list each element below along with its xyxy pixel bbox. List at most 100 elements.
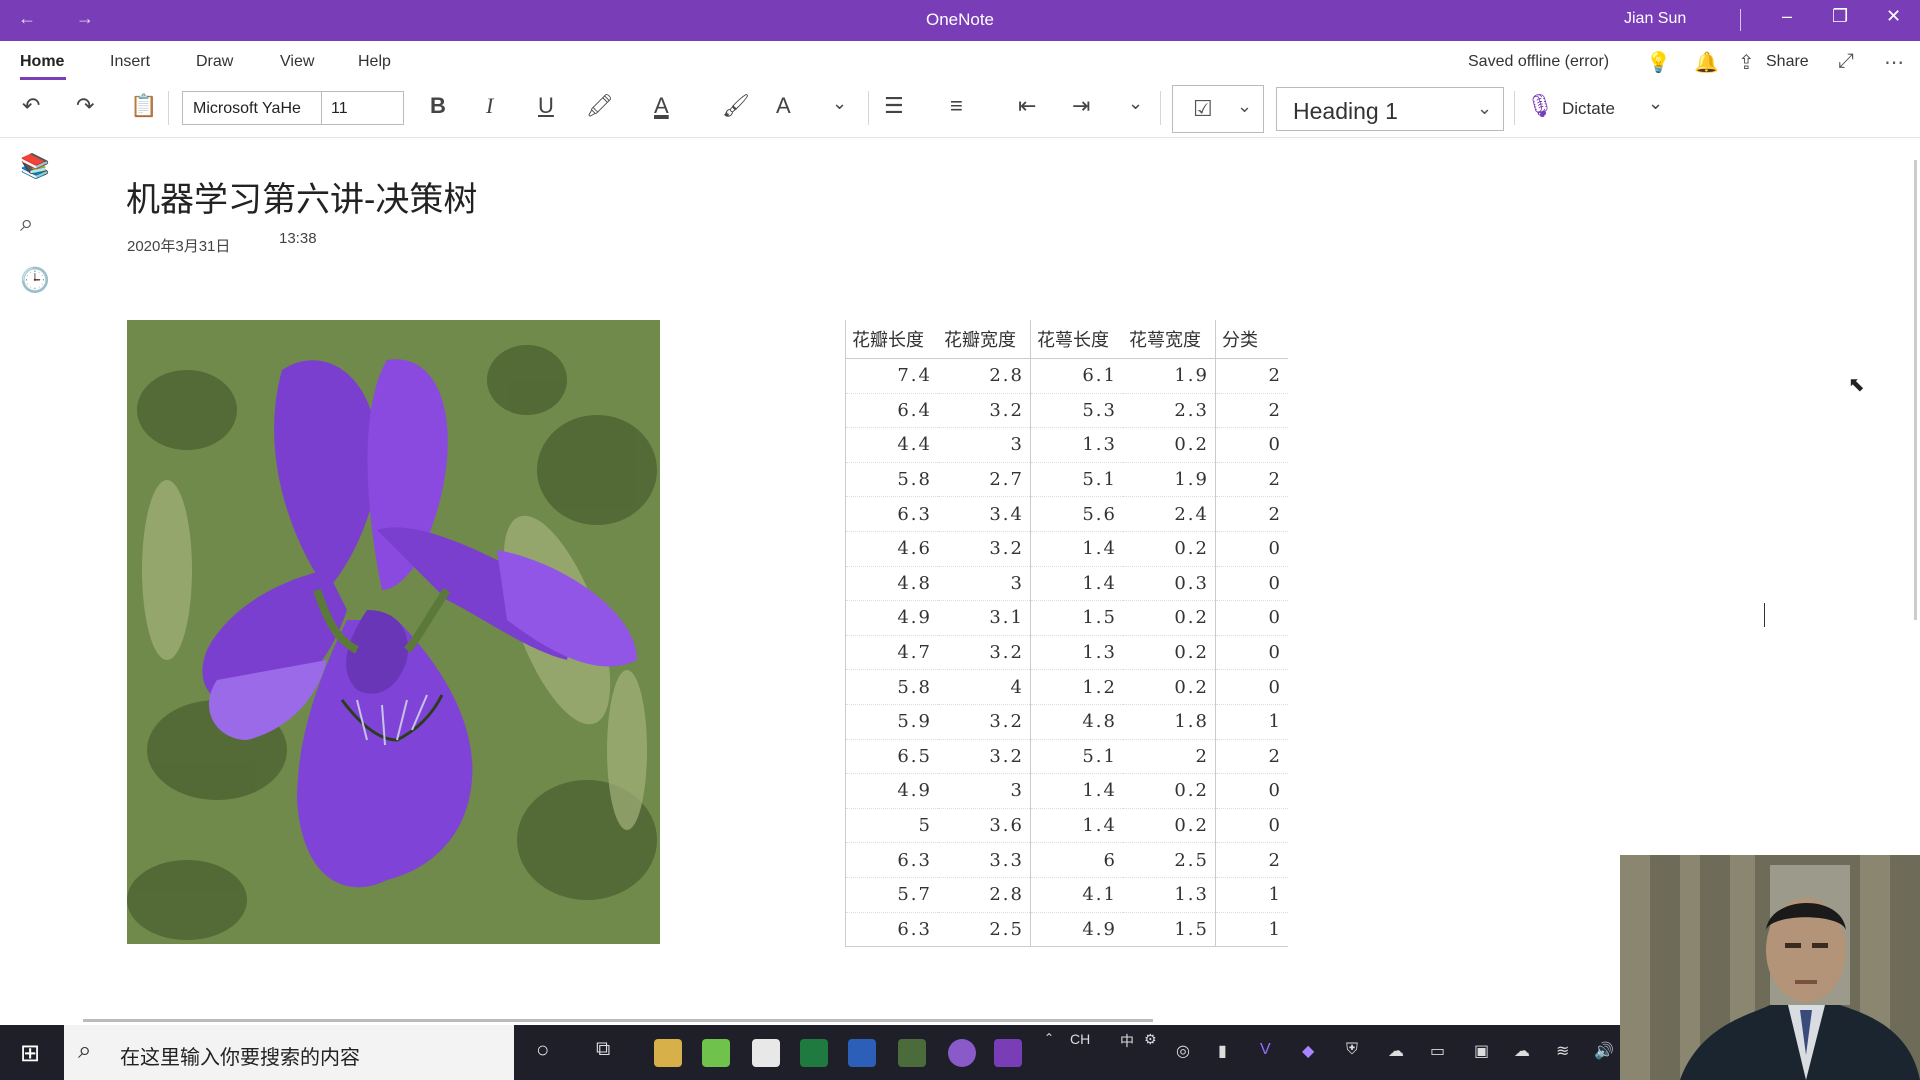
table-cell[interactable]: 5.1 <box>1030 462 1123 498</box>
table-cell[interactable]: 0 <box>1215 427 1288 463</box>
input-language-label[interactable]: CH <box>1070 1031 1090 1047</box>
table-cell[interactable]: 0.2 <box>1123 773 1216 809</box>
format-painter-icon[interactable]: 🖌 <box>722 93 750 119</box>
table-cell[interactable]: 3.2 <box>938 635 1031 671</box>
table-cell[interactable]: 6 <box>1030 842 1123 878</box>
pen-app-icon[interactable] <box>702 1039 730 1067</box>
table-cell[interactable]: 2.3 <box>1123 393 1216 429</box>
table-cell[interactable]: 1.9 <box>1123 462 1216 498</box>
table-row[interactable]: 5.8 4 1.2 0.2 0 <box>845 669 1288 705</box>
onenote-icon[interactable] <box>994 1039 1022 1067</box>
iris-flower-image[interactable] <box>127 320 660 944</box>
table-cell[interactable]: 0.2 <box>1123 669 1216 705</box>
table-cell[interactable]: 1.3 <box>1030 427 1123 463</box>
gear-icon[interactable]: ⚙ <box>1144 1031 1157 1048</box>
table-cell[interactable]: 1.4 <box>1030 773 1123 809</box>
table-cell[interactable]: 2 <box>1215 462 1288 498</box>
underline-icon[interactable]: U <box>538 93 554 119</box>
more-options-icon[interactable]: ⋯ <box>1884 50 1904 75</box>
table-cell[interactable]: 3.3 <box>938 842 1031 878</box>
table-cell[interactable]: 5.8 <box>845 669 938 705</box>
table-row[interactable]: 5.9 3.2 4.8 1.8 1 <box>845 704 1288 740</box>
tab-view[interactable]: View <box>280 53 314 71</box>
wifi-icon[interactable]: ≋ <box>1556 1041 1569 1061</box>
wechat-icon[interactable]: ☁ <box>1388 1041 1404 1061</box>
table-row[interactable]: 6.4 3.2 5.3 2.3 2 <box>845 393 1288 429</box>
table-cell[interactable]: 5.9 <box>845 704 938 740</box>
clock-icon[interactable]: 🕒 <box>20 266 50 295</box>
microphone-icon[interactable]: 🎙 <box>1526 93 1554 119</box>
sync-status[interactable]: Saved offline (error) <box>1468 53 1609 71</box>
font-color-icon[interactable]: A <box>654 93 669 119</box>
clear-format-icon[interactable]: A <box>776 93 791 119</box>
column-header[interactable]: 花萼宽度 <box>1123 320 1216 359</box>
notebooks-icon[interactable]: 📚 <box>20 152 50 181</box>
onedrive-icon[interactable]: ☁ <box>1514 1041 1530 1061</box>
table-cell[interactable]: 4.9 <box>845 773 938 809</box>
table-cell[interactable]: 2.8 <box>938 358 1031 394</box>
chevron-down-icon[interactable]: ⌄ <box>1477 98 1492 119</box>
table-cell[interactable]: 3.4 <box>938 496 1031 532</box>
table-cell[interactable]: 4.8 <box>1030 704 1123 740</box>
table-cell[interactable]: 6.3 <box>845 842 938 878</box>
table-row[interactable]: 5 3.6 1.4 0.2 0 <box>845 808 1288 844</box>
display-icon[interactable]: ▭ <box>1430 1041 1445 1061</box>
table-cell[interactable]: 4.4 <box>845 427 938 463</box>
table-row[interactable]: 5.8 2.7 5.1 1.9 2 <box>845 462 1288 498</box>
word-icon[interactable] <box>848 1039 876 1067</box>
table-cell[interactable]: 0 <box>1215 808 1288 844</box>
table-cell[interactable]: 2 <box>1215 739 1288 775</box>
paint-app-icon[interactable] <box>752 1039 780 1067</box>
pdf-app-icon[interactable] <box>898 1039 926 1067</box>
table-cell[interactable]: 0.2 <box>1123 635 1216 671</box>
font-name-field[interactable]: Microsoft YaHe <box>193 100 303 118</box>
fullscreen-icon[interactable]: ⤢ <box>1838 50 1854 73</box>
table-cell[interactable]: 5.1 <box>1030 739 1123 775</box>
table-row[interactable]: 4.7 3.2 1.3 0.2 0 <box>845 635 1288 671</box>
volume-icon[interactable]: 🔊 <box>1594 1041 1614 1061</box>
table-cell[interactable]: 0.2 <box>1123 808 1216 844</box>
table-cell[interactable]: 0.2 <box>1123 600 1216 636</box>
redo-icon[interactable]: ↷ <box>76 93 94 119</box>
search-icon[interactable]: ⌕ <box>20 210 33 238</box>
table-cell[interactable]: 5.3 <box>1030 393 1123 429</box>
vpn-icon[interactable]: V <box>1260 1041 1271 1059</box>
iris-data-table[interactable]: 花瓣长度 花瓣宽度 花萼长度 花萼宽度 分类 7.4 2.8 6.1 1.9 2 6.4 3… <box>845 320 1288 948</box>
table-cell[interactable]: 1.5 <box>1030 600 1123 636</box>
tab-help[interactable]: Help <box>358 53 391 71</box>
column-header[interactable]: 花瓣长度 <box>845 320 938 359</box>
table-cell[interactable]: 0 <box>1215 600 1288 636</box>
horizontal-scrollbar[interactable] <box>83 1019 1153 1022</box>
table-cell[interactable]: 1.5 <box>1123 912 1216 948</box>
table-cell[interactable]: 1 <box>1215 877 1288 913</box>
outdent-icon[interactable]: ⇤ <box>1018 93 1036 119</box>
taskbar-search-box[interactable]: ⌕ 在这里输入你要搜索的内容 <box>64 1025 514 1080</box>
bold-icon[interactable]: B <box>430 93 446 119</box>
table-row[interactable]: 6.3 3.4 5.6 2.4 2 <box>845 496 1288 532</box>
usb-icon[interactable]: ▮ <box>1218 1041 1227 1061</box>
table-cell[interactable]: 0.2 <box>1123 531 1216 567</box>
page-title[interactable]: 机器学习第六讲-决策树 <box>126 172 477 221</box>
chevron-down-icon[interactable]: ⌄ <box>1648 93 1663 114</box>
table-row[interactable]: 4.4 3 1.3 0.2 0 <box>845 427 1288 463</box>
table-cell[interactable]: 5 <box>845 808 938 844</box>
table-cell[interactable]: 2.5 <box>938 912 1031 948</box>
windows-start-icon[interactable]: ⊞ <box>20 1039 40 1068</box>
table-cell[interactable]: 3 <box>938 773 1031 809</box>
browser-icon[interactable] <box>948 1039 976 1067</box>
undo-icon[interactable]: ↶ <box>22 93 40 119</box>
table-cell[interactable]: 2 <box>1215 842 1288 878</box>
table-cell[interactable]: 1.4 <box>1030 808 1123 844</box>
table-cell[interactable]: 0 <box>1215 669 1288 705</box>
table-row[interactable]: 4.9 3.1 1.5 0.2 0 <box>845 600 1288 636</box>
table-cell[interactable]: 4.8 <box>845 566 938 602</box>
table-cell[interactable]: 1.3 <box>1030 635 1123 671</box>
minimize-icon[interactable]: – <box>1782 6 1792 27</box>
table-cell[interactable]: 2 <box>1215 393 1288 429</box>
table-cell[interactable]: 1 <box>1215 704 1288 740</box>
table-cell[interactable]: 2.4 <box>1123 496 1216 532</box>
table-cell[interactable]: 2 <box>1215 496 1288 532</box>
clipboard-icon[interactable]: 📋 <box>130 93 157 119</box>
table-cell[interactable]: 0 <box>1215 566 1288 602</box>
column-header[interactable]: 分类 <box>1215 320 1288 359</box>
